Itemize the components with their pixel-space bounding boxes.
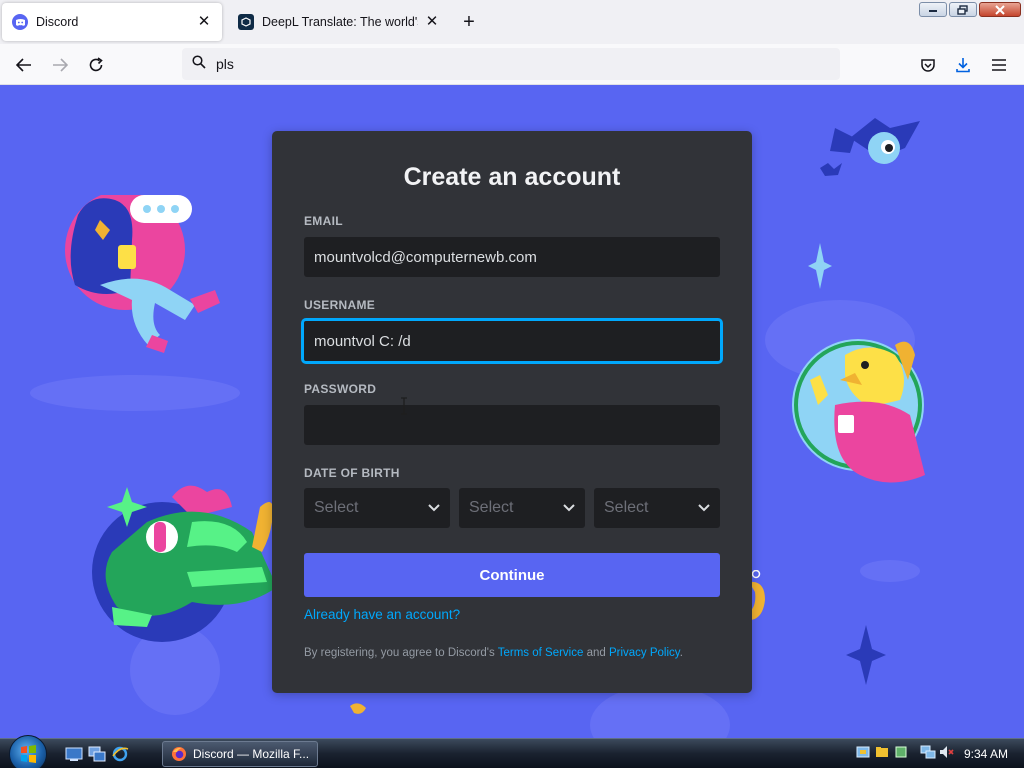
register-card: Create an account EMAIL USERNAME PASSWOR…: [272, 131, 752, 693]
green-creature-illustration: [92, 485, 277, 642]
tab-deepl[interactable]: DeepL Translate: The world's m ✕: [228, 3, 450, 41]
small-decoration-icon: [350, 703, 366, 714]
background-cloud: [860, 560, 920, 582]
deepl-favicon-icon: [238, 14, 254, 30]
password-field[interactable]: [304, 405, 720, 445]
taskbar-window-title: Discord — Mozilla F...: [193, 747, 310, 761]
internet-explorer-icon[interactable]: [111, 746, 129, 762]
start-button[interactable]: [9, 735, 47, 768]
sparkle-icon: [846, 625, 886, 685]
dob-year-select[interactable]: Select: [594, 488, 720, 528]
discord-register-page: Create an account EMAIL USERNAME PASSWOR…: [0, 85, 1024, 738]
restore-icon[interactable]: [949, 2, 977, 17]
discord-favicon-icon: [12, 14, 28, 30]
tray-folder-icon[interactable]: [874, 744, 890, 760]
text-cursor-icon: [400, 397, 408, 419]
taskbar: Discord — Mozilla F... 9:34 AM: [0, 735, 1024, 768]
url-input[interactable]: [216, 56, 816, 72]
dob-day-select[interactable]: Select: [459, 488, 585, 528]
new-tab-icon[interactable]: +: [459, 12, 479, 32]
forward-arrow-icon[interactable]: [49, 54, 71, 76]
dob-month-select[interactable]: Select: [304, 488, 450, 528]
date-of-birth-label: DATE OF BIRTH: [304, 466, 400, 480]
email-label: EMAIL: [304, 214, 343, 228]
taskbar-firefox-window[interactable]: Discord — Mozilla F...: [162, 741, 318, 767]
sparkle-icon: [808, 243, 832, 289]
background-cloud: [30, 375, 240, 411]
continue-button[interactable]: Continue: [304, 553, 720, 597]
tab-title: Discord: [36, 15, 79, 29]
windows-logo-icon: [21, 745, 36, 763]
tab-title: DeepL Translate: The world's m: [262, 15, 418, 29]
close-window-icon[interactable]: [979, 2, 1021, 17]
firefox-icon: [171, 746, 187, 762]
navigation-toolbar: [0, 44, 1024, 85]
login-link[interactable]: Already have an account?: [304, 607, 460, 622]
back-arrow-icon[interactable]: [13, 54, 35, 76]
tab-close-icon[interactable]: ✕: [196, 14, 212, 30]
email-field[interactable]: [304, 237, 720, 277]
waving-character-illustration: [792, 339, 925, 483]
terms-of-service-link[interactable]: Terms of Service: [498, 647, 584, 659]
taskbar-clock[interactable]: 9:34 AM: [964, 747, 1008, 761]
tray-app-icon[interactable]: [855, 744, 871, 760]
reload-icon[interactable]: [85, 54, 107, 76]
privacy-policy-link[interactable]: Privacy Policy: [609, 647, 680, 659]
tab-close-icon[interactable]: ✕: [424, 14, 440, 30]
chevron-down-icon: [698, 499, 710, 517]
chevron-down-icon: [563, 499, 575, 517]
flying-creature-illustration: [820, 118, 920, 176]
legal-text: and: [583, 647, 609, 659]
pocket-icon[interactable]: [917, 54, 939, 76]
chevron-down-icon: [428, 499, 440, 517]
network-icon[interactable]: [920, 744, 936, 760]
legal-text: By registering, you agree to Discord's: [304, 647, 498, 659]
page-title: Create an account: [403, 163, 621, 191]
minimize-icon[interactable]: [919, 2, 947, 17]
select-placeholder: Select: [314, 499, 359, 516]
select-placeholder: Select: [604, 499, 649, 516]
username-field[interactable]: [301, 318, 723, 364]
volume-muted-icon[interactable]: [939, 744, 955, 760]
address-bar[interactable]: [182, 48, 840, 80]
search-icon: [192, 54, 206, 74]
window-controls: [919, 2, 1021, 17]
legal-text: .: [679, 647, 683, 659]
password-label: PASSWORD: [304, 382, 377, 396]
username-label: USERNAME: [304, 298, 376, 312]
tab-discord[interactable]: Discord ✕: [2, 3, 222, 41]
show-desktop-icon[interactable]: [65, 746, 83, 762]
system-tray: [855, 744, 955, 760]
tray-safely-remove-icon[interactable]: [893, 744, 909, 760]
tab-strip: Discord ✕ DeepL Translate: The world's m…: [0, 0, 1024, 44]
switch-windows-icon[interactable]: [88, 746, 106, 762]
downloads-icon[interactable]: [952, 54, 974, 76]
legal-notice: By registering, you agree to Discord's T…: [304, 647, 683, 659]
character-with-phone-illustration: [65, 195, 220, 353]
select-placeholder: Select: [469, 499, 514, 516]
hamburger-menu-icon[interactable]: [988, 54, 1010, 76]
